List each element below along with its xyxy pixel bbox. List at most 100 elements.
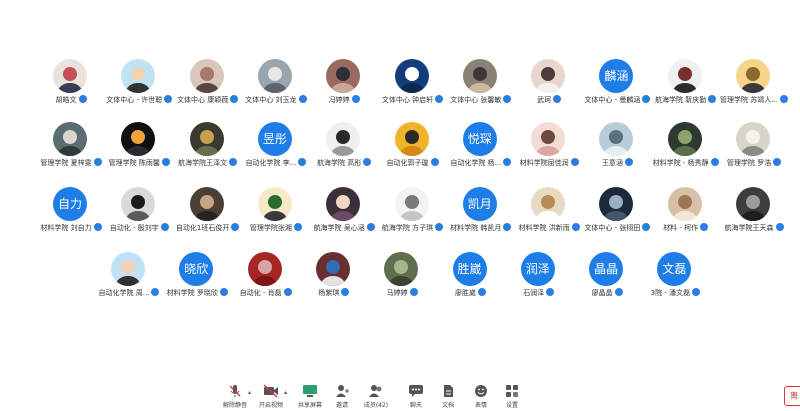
participant-text-avatar: 晓欣 (179, 252, 214, 286)
participant-name: 文体中心 张馨敏 (450, 96, 502, 104)
participant-avatar (599, 187, 634, 221)
participant-avatar (736, 187, 770, 221)
participant-avatar (384, 252, 419, 286)
participant-avatar (53, 122, 87, 156)
participant-name: 材料 - 柯作 (663, 224, 699, 232)
participant-name: 杨紫琪 (318, 289, 340, 297)
participant-name: 管理学院 罗浩 (726, 159, 772, 167)
members-icon (367, 384, 385, 398)
participant-text-avatar: 昱彤 (257, 122, 292, 156)
participant-text-avatar: 自力 (53, 187, 87, 221)
participant-name-row: 航海学院王天森 (708, 223, 800, 233)
participant-name: 自动化 - 殷刘宇 (109, 224, 159, 232)
video-options-caret[interactable]: ▴ (284, 389, 287, 396)
participant-name: 材料学院 刘自力 (40, 224, 92, 232)
participant-name: 文体中心 - 许世聪 (106, 96, 163, 104)
participant-name-row: 管理学院 苏靖人... (708, 95, 800, 105)
mic-status-icon (78, 95, 87, 103)
participant-avatar (667, 59, 702, 93)
chat-icon (407, 384, 425, 398)
participant-name: 航海学院 靳庆勤 (655, 96, 707, 104)
mic-status-icon (692, 288, 701, 296)
participant-avatar (257, 187, 292, 221)
participant-tile[interactable]: 航海学院王天森 (714, 187, 794, 251)
participant-text-avatar: 文磊 (657, 252, 692, 286)
participant-name: 材料学院 - 杨秀静 (652, 159, 709, 167)
mic-status-icon (773, 158, 782, 166)
participant-name: 自动化郭子璇 (386, 159, 429, 167)
participant-text-avatar: 胜崴 (452, 252, 487, 286)
participant-avatar (394, 187, 429, 221)
participant-avatar (667, 122, 702, 156)
mic-status-icon (614, 288, 623, 296)
participant-text-avatar: 悦琛 (462, 122, 497, 156)
video-off-icon (262, 384, 280, 398)
participant-name: 武珂 (537, 96, 552, 104)
participant-avatar (394, 122, 429, 156)
participant-name: 材料学院 洪新雨 (518, 224, 570, 232)
document-icon (439, 384, 457, 398)
mic-status-icon (409, 288, 418, 296)
emoji-icon (472, 384, 490, 398)
participant-avatar (189, 122, 224, 156)
participant-name: 3院 - 潘文磊 (650, 289, 691, 297)
unmute-button[interactable]: ▴ 解除静音 (215, 384, 255, 410)
settings-button[interactable]: 设置 (492, 384, 532, 410)
participant-avatar (394, 59, 429, 93)
participant-name: 文体中心 康颖薇 (176, 96, 229, 104)
participant-name: 管理学院 陈雨馨 (108, 159, 160, 167)
participant-name: 自动化学院 周... (98, 289, 150, 297)
mic-status-icon (779, 95, 788, 103)
participant-name: 航海学院 方子琪 (381, 224, 434, 232)
share-screen-icon (301, 384, 319, 398)
participant-avatar (736, 122, 770, 156)
participant-avatar (315, 252, 350, 286)
members-button[interactable]: 成员(42) (356, 384, 396, 410)
participant-name: 马婷婷 (386, 289, 408, 297)
participant-text-avatar: 润泽 (520, 252, 555, 286)
participant-avatar (189, 187, 224, 221)
participant-name-row: 管理学院 罗浩 (708, 158, 800, 168)
mic-status-icon (478, 288, 486, 296)
mic-status-icon (775, 223, 784, 231)
participant-name: 文体中心 - 张栩田 (584, 224, 641, 232)
participant-avatar (121, 122, 156, 156)
participant-avatar (531, 122, 566, 156)
participant-avatar (326, 122, 361, 156)
participant-text-avatar: 麟涵 (599, 59, 634, 93)
participant-name: 管理学院张湘 (249, 224, 292, 232)
participant-avatar (121, 187, 156, 221)
participant-avatar (599, 122, 634, 156)
participant-text-avatar: 晶晶 (589, 252, 624, 286)
start-video-button[interactable]: ▴ 开启视频 (251, 384, 291, 410)
mic-status-icon (341, 288, 350, 296)
participant-avatar (462, 59, 497, 93)
participant-name: 文体中心 刘玉龙 (245, 96, 297, 104)
participant-grid: 胡皓文 文体中心 - 许世聪 文体中心 康颖薇 文体中心 刘玉龙 冯婷婷 文体中心 钟启轩… (0, 0, 800, 380)
participant-tile[interactable]: 管理学院 苏靖人... (714, 59, 794, 123)
participant-avatar (736, 59, 770, 93)
mic-status-icon (546, 288, 555, 296)
participant-name: 自动化 - 肖磊 (239, 289, 282, 297)
participant-avatar (121, 59, 156, 93)
participant-avatar (667, 187, 702, 221)
mic-status-icon (624, 158, 633, 166)
start-video-label: 开启视频 (258, 402, 283, 409)
participant-name: 文体中心 钟启轩 (381, 96, 434, 104)
participant-tile[interactable]: 管理学院 罗浩 (714, 122, 794, 186)
participant-name: 管理学院 苏靖人... (720, 96, 778, 104)
participant-avatar (326, 59, 361, 93)
mic-status-icon (553, 95, 562, 103)
participant-name: 材料学院屈佳润 (519, 159, 569, 167)
participant-name: 材料学院 韩凯月 (450, 224, 502, 232)
participant-tile[interactable]: 文磊 3院 - 潘文磊 (635, 252, 715, 316)
participant-name: 航海学院王泽文 (178, 159, 228, 167)
participant-name: 管理学院 夏梓雯 (40, 159, 92, 167)
leave-button[interactable]: 离 (784, 386, 800, 406)
participant-name: 自动化学院 李... (245, 159, 297, 167)
participant-name: 自动化1班石俊开 (175, 224, 230, 232)
participant-name: 航海学院王天森 (724, 224, 774, 232)
participant-name: 王意涵 (601, 159, 623, 167)
participant-avatar (531, 59, 566, 93)
participant-name-row: 3院 - 潘文磊 (629, 288, 721, 298)
